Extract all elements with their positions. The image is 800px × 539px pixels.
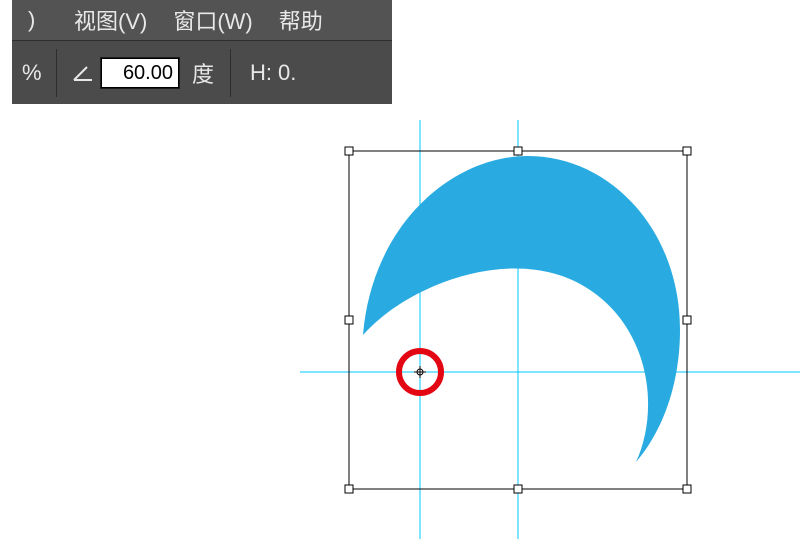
handle-s[interactable] — [514, 485, 522, 493]
handle-e[interactable] — [683, 316, 691, 324]
handle-nw[interactable] — [345, 147, 353, 155]
handle-sw[interactable] — [345, 485, 353, 493]
handle-w[interactable] — [345, 316, 353, 324]
canvas-area — [0, 0, 800, 539]
handle-se[interactable] — [683, 485, 691, 493]
artwork-shape[interactable] — [363, 156, 680, 462]
transform-pivot[interactable] — [414, 366, 426, 378]
handle-n[interactable] — [514, 147, 522, 155]
handle-ne[interactable] — [683, 147, 691, 155]
canvas-svg — [0, 0, 800, 539]
